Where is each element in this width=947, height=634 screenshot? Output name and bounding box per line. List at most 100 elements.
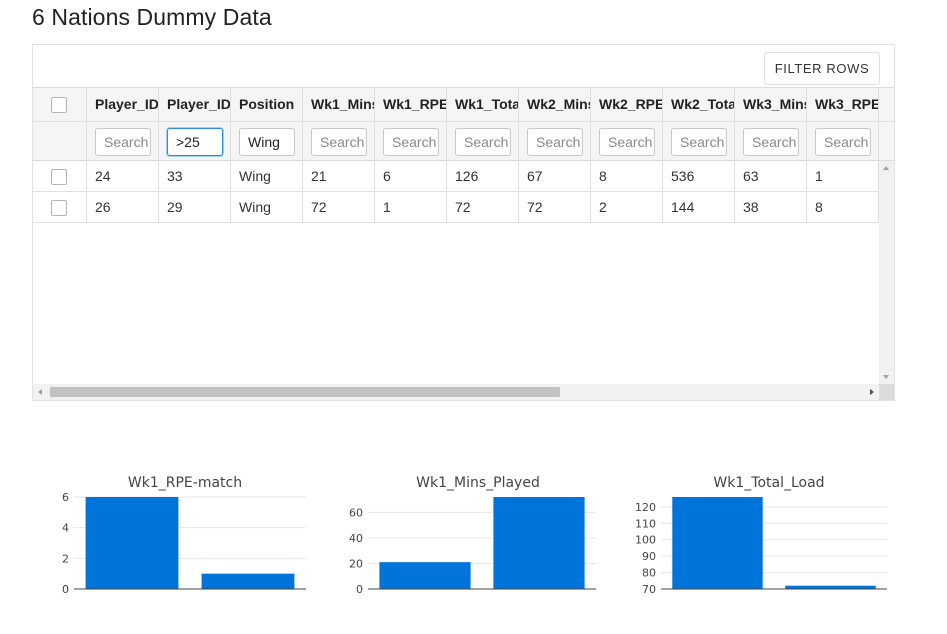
y-tick-label: 0 — [356, 583, 363, 596]
column-filter-input[interactable] — [383, 128, 439, 156]
header-row: Player_IDPlayer_ID_PositionWk1_MinsWk1_R… — [33, 88, 894, 121]
table-cell[interactable]: 21 — [303, 161, 375, 191]
column-filter-input[interactable] — [743, 128, 799, 156]
column-header[interactable]: Player_ID_ — [159, 88, 231, 121]
column-filter-input[interactable] — [167, 128, 223, 156]
column-filter-input[interactable] — [671, 128, 727, 156]
column-header[interactable]: Wk3_RPE — [807, 88, 879, 121]
table-cell[interactable]: 29 — [159, 192, 231, 222]
select-all-checkbox[interactable] — [51, 97, 67, 113]
table-cell[interactable]: 1 — [807, 161, 879, 191]
filter-rows-button[interactable]: FILTER ROWS — [764, 52, 880, 85]
filter-cell — [87, 122, 159, 160]
y-tick-label: 110 — [635, 517, 656, 530]
chart-wk1-total: Wk1_Total_Load 70 80 90 100 110 120 — [615, 468, 895, 598]
y-tick-label: 70 — [642, 583, 656, 596]
column-header[interactable]: Player_ID — [87, 88, 159, 121]
table-row[interactable]: 26 29 Wing 72 1 72 72 2 144 38 8 — [33, 192, 879, 223]
horizontal-scroll-thumb[interactable] — [50, 387, 560, 397]
filter-cell — [375, 122, 447, 160]
table-cell[interactable]: 72 — [303, 192, 375, 222]
vertical-scrollbar[interactable] — [879, 161, 894, 384]
chart-title: Wk1_Mins_Played — [416, 475, 540, 491]
column-header[interactable]: Wk1_Total — [447, 88, 519, 121]
column-filter-input[interactable] — [455, 128, 511, 156]
chart-wk1-rpe: Wk1_RPE-match 0 2 4 6 — [50, 468, 310, 598]
column-header[interactable]: Wk1_Mins — [303, 88, 375, 121]
y-tick-label: 80 — [642, 567, 656, 580]
bar-24 — [85, 497, 179, 589]
table-cell[interactable]: 536 — [663, 161, 735, 191]
table-cell[interactable]: 144 — [663, 192, 735, 222]
y-tick-label: 20 — [349, 557, 363, 570]
column-filter-input[interactable] — [815, 128, 871, 156]
grid-header: Player_IDPlayer_ID_PositionWk1_MinsWk1_R… — [33, 87, 894, 161]
table-cell[interactable]: 24 — [87, 161, 159, 191]
chart-wk1-total-svg: Wk1_Total_Load 70 80 90 100 110 120 — [635, 475, 887, 596]
bar-26 — [493, 497, 585, 589]
row-checkbox[interactable] — [51, 169, 67, 185]
scroll-down-icon[interactable] — [883, 375, 889, 379]
scroll-right-icon[interactable] — [870, 389, 874, 395]
bar-24 — [672, 497, 763, 589]
column-filter-input[interactable] — [599, 128, 655, 156]
table-cell[interactable]: 72 — [519, 192, 591, 222]
table-cell[interactable]: 6 — [375, 161, 447, 191]
column-header[interactable]: Wk2_Mins — [519, 88, 591, 121]
table-cell[interactable]: 38 — [735, 192, 807, 222]
table-cell[interactable]: 63 — [735, 161, 807, 191]
filter-cell — [231, 122, 303, 160]
filter-cell — [735, 122, 807, 160]
table-row[interactable]: 24 33 Wing 21 6 126 67 8 536 63 1 — [33, 161, 879, 192]
table-cell[interactable]: 26 — [87, 192, 159, 222]
row-select-cell — [33, 192, 87, 222]
table-cell[interactable]: 1 — [375, 192, 447, 222]
table-cell[interactable]: 8 — [807, 192, 879, 222]
column-header[interactable]: Wk2_Total — [663, 88, 735, 121]
bar-26 — [201, 573, 295, 589]
column-header[interactable]: Wk3_Mins — [735, 88, 807, 121]
chart-title: Wk1_RPE-match — [128, 475, 242, 491]
y-tick-label: 2 — [62, 552, 69, 565]
select-all-cell — [33, 88, 87, 121]
y-tick-label: 0 — [62, 583, 69, 596]
table-cell[interactable]: Wing — [231, 161, 303, 191]
filter-cell — [303, 122, 375, 160]
chart-wk1-mins-svg: Wk1_Mins_Played 0 20 40 60 — [349, 475, 596, 596]
row-select-cell — [33, 161, 87, 191]
page-title: 6 Nations Dummy Data — [32, 4, 272, 30]
column-header[interactable]: Wk2_RPE — [591, 88, 663, 121]
column-header[interactable]: Position — [231, 88, 303, 121]
y-tick-label: 100 — [635, 534, 656, 547]
bar-24 — [379, 562, 471, 589]
chart-wk1-mins: Wk1_Mins_Played 0 20 40 60 — [338, 468, 603, 598]
table-cell[interactable]: 8 — [591, 161, 663, 191]
y-tick-label: 120 — [635, 501, 656, 514]
scroll-left-icon[interactable] — [38, 389, 42, 395]
column-filter-input[interactable] — [311, 128, 367, 156]
chart-wk1-rpe-svg: Wk1_RPE-match 0 2 4 6 — [62, 475, 306, 596]
horizontal-scrollbar[interactable] — [33, 384, 879, 400]
grid-body: 24 33 Wing 21 6 126 67 8 536 63 1 26 29 Wing 72 1 72 72 2 1… — [33, 161, 879, 384]
y-tick-label: 4 — [62, 522, 69, 535]
column-filter-input[interactable] — [95, 128, 151, 156]
column-filter-input[interactable] — [527, 128, 583, 156]
table-cell[interactable]: 72 — [447, 192, 519, 222]
column-header[interactable]: Wk1_RPE — [375, 88, 447, 121]
row-checkbox[interactable] — [51, 200, 67, 216]
y-tick-label: 6 — [62, 491, 69, 504]
y-tick-label: 60 — [349, 506, 363, 519]
chart-title: Wk1_Total_Load — [713, 475, 824, 491]
table-cell[interactable]: 67 — [519, 161, 591, 191]
filter-cell — [807, 122, 879, 160]
scroll-up-icon[interactable] — [883, 166, 889, 170]
column-filter-input[interactable] — [239, 128, 295, 156]
scrollbar-corner — [879, 384, 894, 400]
table-cell[interactable]: 33 — [159, 161, 231, 191]
table-cell[interactable]: 126 — [447, 161, 519, 191]
table-cell[interactable]: Wing — [231, 192, 303, 222]
filter-cell — [447, 122, 519, 160]
table-cell[interactable]: 2 — [591, 192, 663, 222]
filter-row — [33, 121, 894, 160]
filter-cell — [159, 122, 231, 160]
